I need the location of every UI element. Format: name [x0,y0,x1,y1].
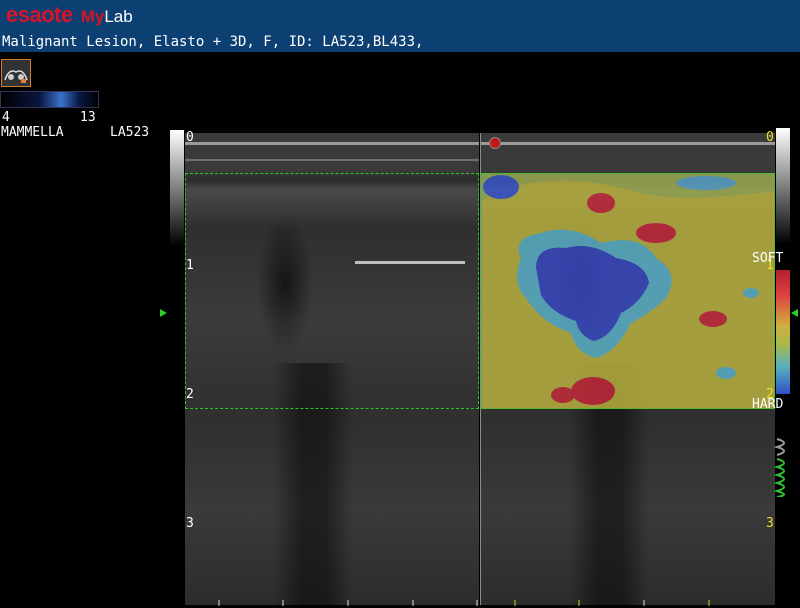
hard-label: HARD [752,397,784,412]
elasto-roi-box[interactable] [481,173,775,409]
focus-marker-right[interactable] [791,309,798,317]
gain-max-label: 13 [80,110,96,125]
focus-marker-left[interactable] [160,309,167,317]
bottom-ruler-right [514,600,710,606]
bmode-image-panel[interactable] [185,133,479,605]
depth-label-left: 3 [186,516,194,531]
grayscale-bar-left [170,130,184,246]
product-name: MyLab [81,7,133,27]
depth-label-right: 0 [766,130,774,145]
preset-label: MAMMELLA [1,125,64,140]
depth-label-left: 2 [186,387,194,402]
brand-name: esaote [6,2,73,27]
product-suffix: Lab [104,7,133,26]
skin-line [481,142,775,145]
depth-label-left: 0 [186,130,194,145]
subcutaneous-line [185,159,479,161]
study-id-label: LA523 [110,125,150,140]
soft-label: SOFT [752,251,784,266]
product-prefix: My [80,7,105,26]
elasto-color-scale [776,270,790,394]
exam-title: Malignant Lesion, Elasto + 3D, F, ID: LA… [2,34,424,50]
elasto-image-panel[interactable] [481,133,775,605]
depth-label-left: 1 [186,258,194,273]
esaote-logo: esaote MyLab [6,2,133,27]
compression-quality-icon [773,438,785,497]
bottom-ruler-left [218,600,478,606]
bright-reflector [355,261,465,264]
orientation-dot [489,137,501,149]
depth-label-right: 3 [766,516,774,531]
gain-colorbar [0,91,99,108]
skin-line [185,142,479,145]
grayscale-bar-right [776,128,790,244]
elasto-roi-box[interactable] [185,173,479,409]
gain-min-label: 4 [2,110,10,125]
breast-probe-icon[interactable] [1,59,31,87]
